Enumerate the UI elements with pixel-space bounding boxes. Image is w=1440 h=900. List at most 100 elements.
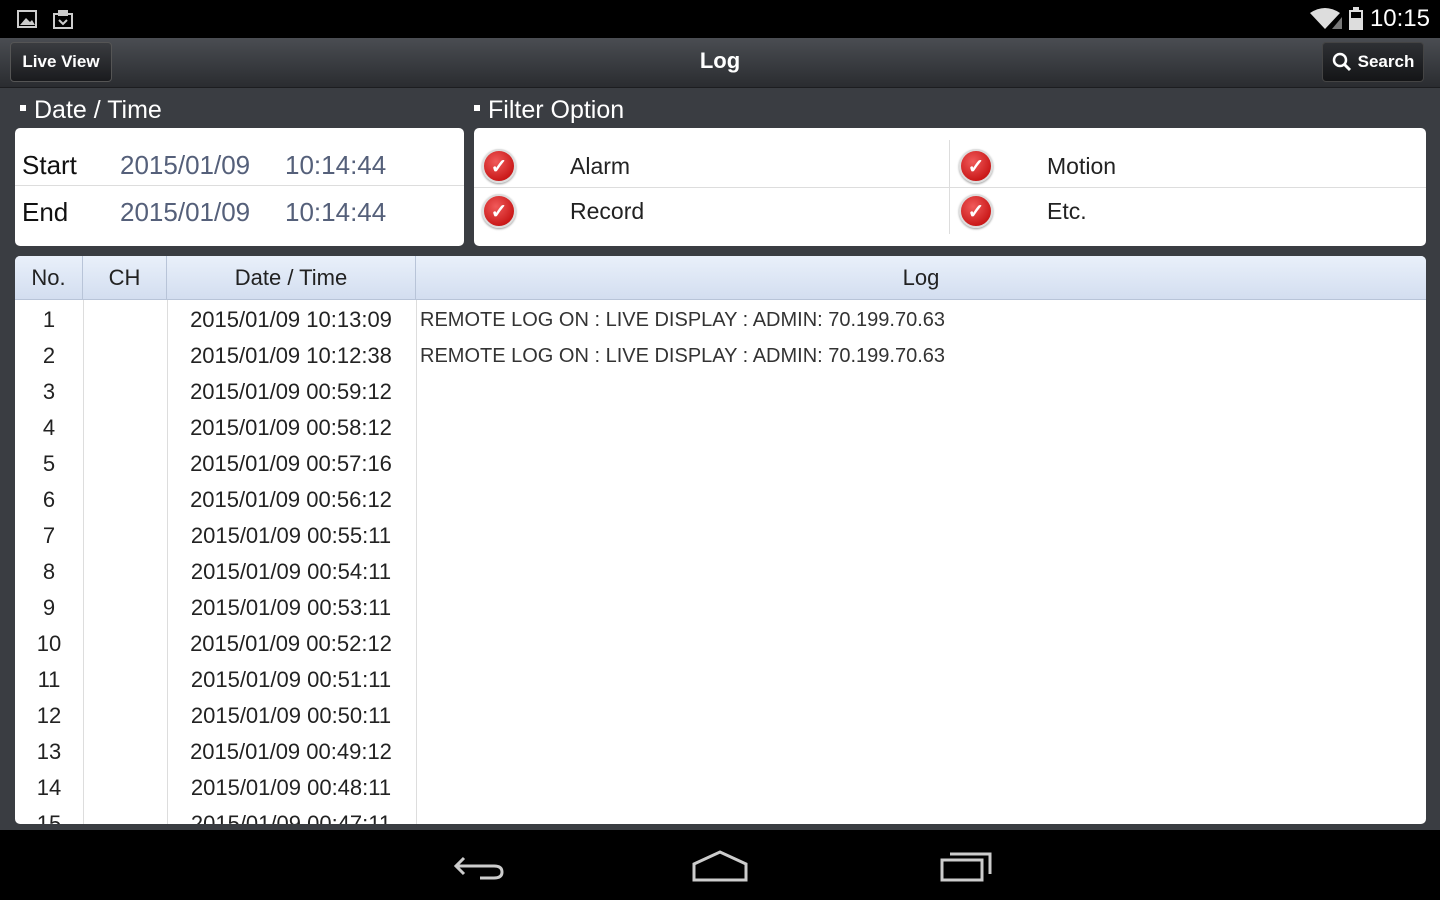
- filter-etc[interactable]: ✓ Etc.: [959, 188, 1087, 234]
- cell-no: 13: [36, 739, 62, 764]
- end-time[interactable]: 10:14:44: [285, 197, 386, 228]
- filter-record[interactable]: ✓ Record: [482, 188, 644, 234]
- cell-log: [420, 806, 1420, 824]
- table-row[interactable]: 3 2015/01/09 00:59:12: [15, 374, 1426, 410]
- cell-no: 7: [42, 523, 56, 548]
- cell-datetime: 2015/01/09 00:49:12: [190, 739, 392, 764]
- table-row[interactable]: 1 2015/01/09 10:13:09 REMOTE LOG ON : LIVE…: [15, 302, 1426, 338]
- cell-log: [420, 698, 1420, 734]
- start-time[interactable]: 10:14:44: [285, 150, 386, 181]
- cell-no: 4: [42, 415, 56, 440]
- filter-section-text: Filter Option: [488, 96, 625, 124]
- bullet-icon: [474, 104, 480, 111]
- filter-record-label: Record: [570, 197, 645, 224]
- start-row[interactable]: Start 2015/01/09 10:14:44: [15, 142, 464, 188]
- cell-no: 14: [36, 775, 62, 800]
- table-body[interactable]: 1 2015/01/09 10:13:09 REMOTE LOG ON : LIVE…: [15, 302, 1426, 824]
- cell-datetime: 2015/01/09 10:13:09: [190, 307, 392, 332]
- cell-no: 5: [42, 451, 56, 476]
- table-row[interactable]: 9 2015/01/09 00:53:11: [15, 590, 1426, 626]
- cell-log: [420, 446, 1420, 482]
- table-header: No. CH Date / Time Log: [15, 256, 1426, 300]
- cell-datetime: 2015/01/09 00:56:12: [190, 487, 392, 512]
- column-header-datetime: Date / Time: [167, 256, 416, 300]
- gallery-notification-icon: [17, 10, 37, 28]
- start-date[interactable]: 2015/01/09: [120, 150, 285, 181]
- end-row[interactable]: End 2015/01/09 10:14:44: [15, 189, 464, 235]
- search-button-label: Search: [1357, 52, 1415, 71]
- start-label: Start: [22, 149, 77, 180]
- cell-datetime: 2015/01/09 00:52:12: [190, 631, 392, 656]
- cell-log: [420, 734, 1420, 770]
- clock: 10:15: [1369, 5, 1430, 32]
- cell-no: 15: [36, 811, 62, 824]
- battery-icon: [1348, 7, 1363, 30]
- cell-datetime: 2015/01/09 00:48:11: [190, 775, 392, 800]
- cell-log: [420, 518, 1420, 554]
- cell-datetime: 2015/01/09 00:51:11: [190, 667, 392, 692]
- table-row[interactable]: 6 2015/01/09 00:56:12: [15, 482, 1426, 518]
- action-bar: Live View Log Search: [0, 38, 1440, 88]
- table-row[interactable]: 7 2015/01/09 00:55:11: [15, 518, 1426, 554]
- cell-datetime: 2015/01/09 00:53:11: [190, 595, 392, 620]
- table-row[interactable]: 2 2015/01/09 10:12:38 REMOTE LOG ON : LIVE…: [15, 338, 1426, 374]
- table-row[interactable]: 4 2015/01/09 00:58:12: [15, 410, 1426, 446]
- cell-datetime: 2015/01/09 00:54:11: [190, 559, 392, 584]
- table-row[interactable]: 5 2015/01/09 00:57:16: [15, 446, 1426, 482]
- checkbox-checked-icon[interactable]: ✓: [959, 149, 993, 183]
- cell-datetime: 2015/01/09 00:47:11: [190, 811, 392, 824]
- table-row[interactable]: 10 2015/01/09 00:52:12: [15, 626, 1426, 662]
- checkbox-checked-icon[interactable]: ✓: [959, 194, 993, 228]
- search-icon: [1332, 52, 1351, 72]
- column-header-log: Log: [902, 265, 940, 290]
- table-row[interactable]: 11 2015/01/09 00:51:11: [15, 662, 1426, 698]
- back-icon[interactable]: [450, 848, 510, 884]
- filter-motion[interactable]: ✓ Motion: [959, 143, 1116, 189]
- cell-datetime: 2015/01/09 00:59:12: [190, 379, 392, 404]
- end-label: End: [22, 196, 69, 227]
- cell-no: 6: [42, 487, 56, 512]
- filter-alarm[interactable]: ✓ Alarm: [482, 143, 630, 189]
- home-icon[interactable]: [690, 848, 750, 884]
- cell-log: [420, 482, 1420, 518]
- checkbox-checked-icon[interactable]: ✓: [482, 194, 516, 228]
- log-table[interactable]: No. CH Date / Time Log 1 2015/01/09 10:13…: [15, 256, 1426, 824]
- cell-log: [420, 374, 1420, 410]
- recent-apps-icon[interactable]: [936, 848, 996, 884]
- cell-no: 10: [36, 631, 62, 656]
- checkbox-checked-icon[interactable]: ✓: [482, 149, 516, 183]
- cell-log: [420, 410, 1420, 446]
- cell-no: 11: [37, 667, 61, 692]
- table-row[interactable]: 15 2015/01/09 00:47:11: [15, 806, 1426, 824]
- filter-motion-label: Motion: [1047, 152, 1117, 179]
- status-bar: 10:15: [0, 0, 1440, 38]
- cell-no: 12: [36, 703, 62, 728]
- end-date[interactable]: 2015/01/09: [120, 197, 285, 228]
- cell-log: REMOTE LOG ON : LIVE DISPLAY : ADMIN: 70…: [420, 344, 946, 367]
- cell-datetime: 2015/01/09 10:12:38: [190, 343, 392, 368]
- download-notification-icon: [53, 10, 73, 29]
- column-header-no: No.: [15, 256, 83, 300]
- cell-datetime: 2015/01/09 00:57:16: [190, 451, 392, 476]
- cell-no: 8: [42, 559, 56, 584]
- table-row[interactable]: 14 2015/01/09 00:48:11: [15, 770, 1426, 806]
- wifi-icon: [1309, 8, 1342, 29]
- cell-no: 3: [42, 379, 56, 404]
- table-row[interactable]: 12 2015/01/09 00:50:11: [15, 698, 1426, 734]
- filter-alarm-label: Alarm: [570, 152, 631, 179]
- search-button[interactable]: Search: [1322, 42, 1424, 82]
- filter-etc-label: Etc.: [1047, 197, 1087, 224]
- filter-panel: ✓ Alarm ✓ Motion ✓ Record ✓ Etc.: [474, 128, 1426, 246]
- cell-no: 1: [42, 307, 56, 332]
- bullet-icon: [20, 104, 26, 111]
- navigation-bar: [0, 830, 1440, 900]
- cell-no: 2: [42, 343, 56, 368]
- filter-section-label: Filter Option: [474, 96, 624, 125]
- cell-log: [420, 770, 1420, 806]
- cell-log: [420, 554, 1420, 590]
- table-row[interactable]: 13 2015/01/09 00:49:12: [15, 734, 1426, 770]
- cell-log: REMOTE LOG ON : LIVE DISPLAY : ADMIN: 70…: [420, 308, 946, 331]
- table-row[interactable]: 8 2015/01/09 00:54:11: [15, 554, 1426, 590]
- date-time-panel: Start 2015/01/09 10:14:44 End 2015/01/09…: [15, 128, 464, 246]
- page-title: Log: [699, 48, 741, 73]
